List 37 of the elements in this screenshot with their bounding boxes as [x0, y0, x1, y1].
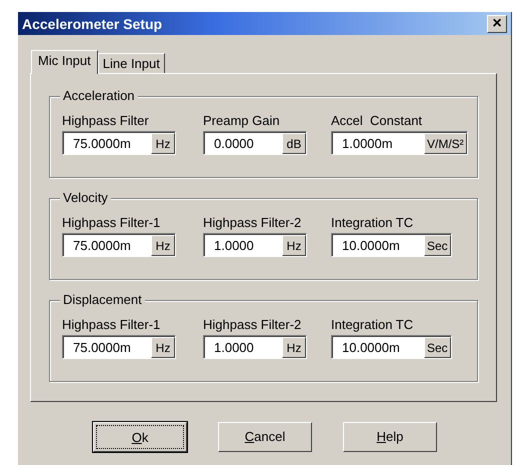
field-label: Highpass Filter-2: [203, 215, 302, 230]
input-field[interactable]: 10.0000m Sec: [331, 335, 452, 359]
dialog-button[interactable]: Help: [343, 422, 437, 452]
field-label: Integration TC: [331, 215, 414, 230]
field-label: Highpass Filter-1: [62, 215, 162, 230]
group-title: Displacement: [60, 292, 145, 307]
unit-button[interactable]: dB: [282, 133, 306, 154]
unit-button[interactable]: Hz: [151, 337, 175, 358]
input-field[interactable]: 1.0000 Hz: [203, 335, 307, 359]
field-label: Highpass Filter: [62, 113, 150, 128]
input-field[interactable]: 1.0000m V/M/S²: [331, 131, 468, 155]
tab[interactable]: Mic Input: [31, 50, 98, 74]
unit-button[interactable]: Hz: [151, 235, 175, 256]
dialog-button[interactable]: Ok: [93, 422, 187, 452]
close-button[interactable]: ×: [487, 14, 507, 32]
input-field[interactable]: 10.0000m Sec: [331, 233, 452, 257]
group-title: Acceleration: [60, 88, 138, 103]
tab[interactable]: Line Input: [98, 53, 165, 73]
dialog-button[interactable]: Cancel: [218, 422, 312, 452]
unit-button[interactable]: Hz: [151, 133, 175, 154]
field-label: Highpass Filter-2: [203, 317, 302, 332]
unit-button[interactable]: Hz: [282, 337, 306, 358]
field-label: Accel Constant: [331, 113, 424, 128]
input-field[interactable]: 75.0000m Hz: [62, 335, 176, 359]
unit-button[interactable]: Sec: [424, 235, 451, 256]
field-label: Highpass Filter-1: [62, 317, 162, 332]
field-label: Preamp Gain: [203, 113, 281, 128]
input-field[interactable]: 75.0000m Hz: [62, 233, 176, 257]
input-field[interactable]: 0.0000 dB: [203, 131, 307, 155]
input-field[interactable]: 75.0000m Hz: [62, 131, 176, 155]
unit-button[interactable]: Sec: [424, 337, 451, 358]
unit-button[interactable]: Hz: [282, 235, 306, 256]
group-title: Velocity: [60, 190, 111, 205]
input-field[interactable]: 1.0000 Hz: [203, 233, 307, 257]
field-label: Integration TC: [331, 317, 414, 332]
window-title: Accelerometer Setup: [22, 16, 162, 32]
unit-button[interactable]: V/M/S²: [424, 133, 467, 154]
